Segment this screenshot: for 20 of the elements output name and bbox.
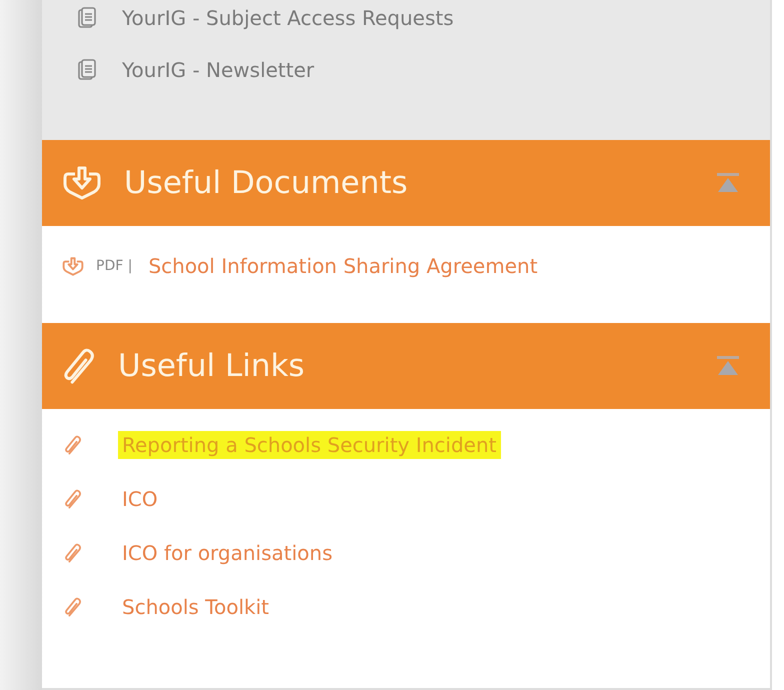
link[interactable]: Reporting a Schools Security Incident (118, 431, 501, 459)
paperclip-icon (64, 487, 82, 511)
section-header[interactable]: Useful Links (42, 323, 770, 409)
link[interactable]: ICO for organisations (118, 539, 337, 567)
collapse-icon[interactable] (716, 355, 740, 377)
paperclip-icon (64, 595, 82, 619)
document-link[interactable]: YourIG - Newsletter (122, 58, 314, 82)
document-icon (78, 7, 96, 29)
paperclip-icon (64, 433, 82, 457)
file-type-label: PDF | (96, 258, 132, 274)
link[interactable]: Schools Toolkit (118, 593, 274, 621)
download-icon (62, 256, 84, 276)
collapse-icon[interactable] (716, 172, 740, 194)
paperclip-icon (64, 541, 82, 565)
download-icon (62, 166, 102, 200)
section-header[interactable]: Useful Documents (42, 140, 770, 226)
link[interactable]: ICO (118, 485, 162, 513)
link[interactable]: School Information Sharing Agreement (144, 252, 542, 280)
document-link[interactable]: YourIG - Subject Access Requests (122, 6, 454, 30)
document-icon (78, 59, 96, 81)
